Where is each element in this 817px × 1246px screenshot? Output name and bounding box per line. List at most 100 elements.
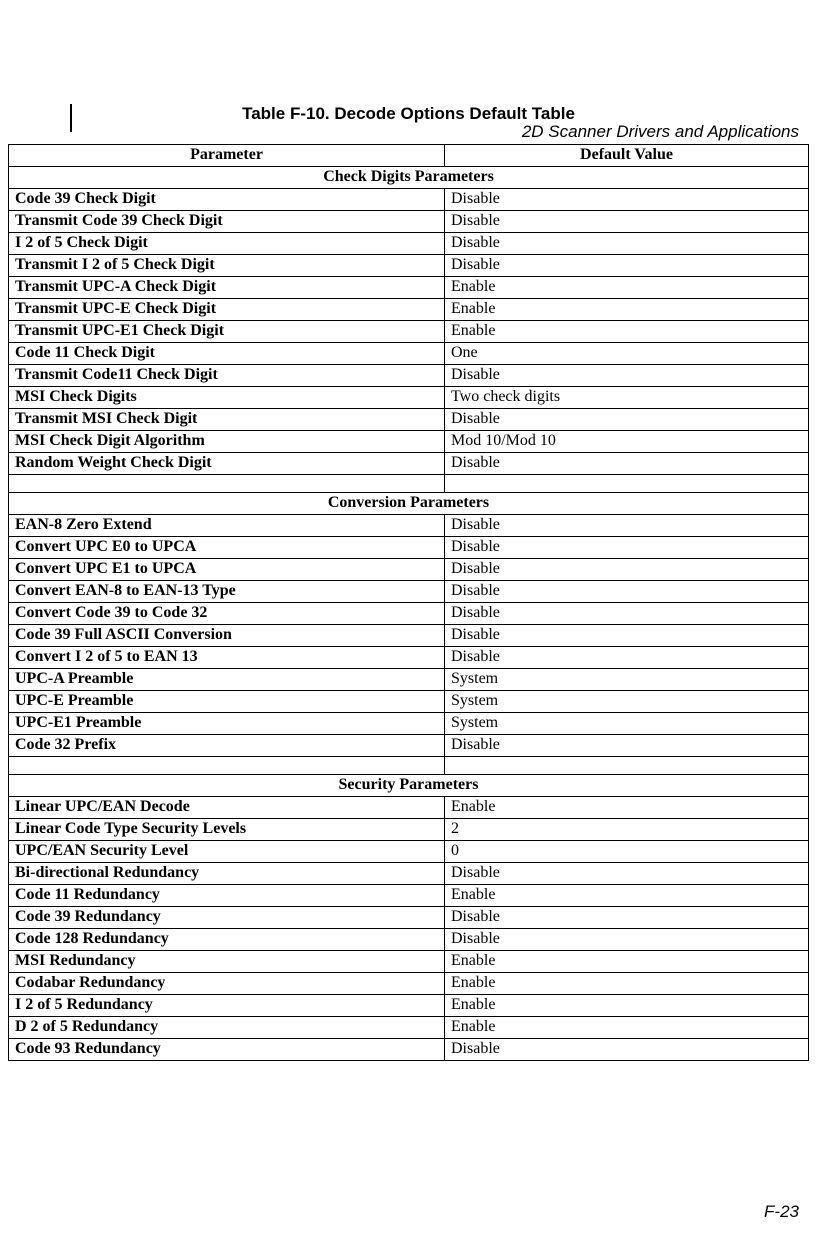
crop-mark bbox=[70, 104, 72, 132]
table-row: Transmit Code 39 Check DigitDisable bbox=[9, 211, 809, 233]
value-cell: Disable bbox=[445, 233, 809, 255]
section-header: Security Parameters bbox=[9, 775, 809, 797]
value-cell: Enable bbox=[445, 995, 809, 1017]
parameter-cell: Code 11 Redundancy bbox=[9, 885, 445, 907]
parameter-cell: UPC/EAN Security Level bbox=[9, 841, 445, 863]
table-row: UPC-A PreambleSystem bbox=[9, 669, 809, 691]
section-title: Conversion Parameters bbox=[9, 493, 809, 515]
value-cell: 2 bbox=[445, 819, 809, 841]
table-title: Table F-10. Decode Options Default Table bbox=[0, 104, 817, 124]
parameter-cell: Convert UPC E1 to UPCA bbox=[9, 559, 445, 581]
parameter-cell: Codabar Redundancy bbox=[9, 973, 445, 995]
parameter-cell: Code 128 Redundancy bbox=[9, 929, 445, 951]
spacer-cell bbox=[445, 757, 809, 775]
parameter-cell: Random Weight Check Digit bbox=[9, 453, 445, 475]
value-cell: Disable bbox=[445, 409, 809, 431]
parameter-cell: MSI Redundancy bbox=[9, 951, 445, 973]
table-row: MSI RedundancyEnable bbox=[9, 951, 809, 973]
spacer-row bbox=[9, 757, 809, 775]
parameter-cell: EAN-8 Zero Extend bbox=[9, 515, 445, 537]
value-cell: Disable bbox=[445, 735, 809, 757]
table-row: Code 39 RedundancyDisable bbox=[9, 907, 809, 929]
value-cell: Disable bbox=[445, 515, 809, 537]
parameter-cell: UPC-E1 Preamble bbox=[9, 713, 445, 735]
value-cell: Disable bbox=[445, 581, 809, 603]
table-row: Bi-directional RedundancyDisable bbox=[9, 863, 809, 885]
parameter-cell: Bi-directional Redundancy bbox=[9, 863, 445, 885]
value-cell: Disable bbox=[445, 453, 809, 475]
parameter-cell: UPC-E Preamble bbox=[9, 691, 445, 713]
table-row: Linear Code Type Security Levels2 bbox=[9, 819, 809, 841]
table-row: I 2 of 5 Check DigitDisable bbox=[9, 233, 809, 255]
value-cell: Disable bbox=[445, 537, 809, 559]
table-row: Convert I 2 of 5 to EAN 13Disable bbox=[9, 647, 809, 669]
value-cell: Disable bbox=[445, 603, 809, 625]
table-row: MSI Check Digit AlgorithmMod 10/Mod 10 bbox=[9, 431, 809, 453]
parameter-cell: I 2 of 5 Redundancy bbox=[9, 995, 445, 1017]
value-cell: Enable bbox=[445, 951, 809, 973]
table-row: Convert UPC E0 to UPCADisable bbox=[9, 537, 809, 559]
parameter-cell: MSI Check Digits bbox=[9, 387, 445, 409]
parameter-cell: Convert EAN-8 to EAN-13 Type bbox=[9, 581, 445, 603]
value-cell: System bbox=[445, 713, 809, 735]
value-cell: Disable bbox=[445, 255, 809, 277]
table-row: UPC-E1 PreambleSystem bbox=[9, 713, 809, 735]
table-row: UPC-E PreambleSystem bbox=[9, 691, 809, 713]
table-row: I 2 of 5 RedundancyEnable bbox=[9, 995, 809, 1017]
table-row: Random Weight Check DigitDisable bbox=[9, 453, 809, 475]
table-row: Code 11 RedundancyEnable bbox=[9, 885, 809, 907]
table-row: Code 39 Check DigitDisable bbox=[9, 189, 809, 211]
parameter-cell: Linear Code Type Security Levels bbox=[9, 819, 445, 841]
table-row: Code 11 Check DigitOne bbox=[9, 343, 809, 365]
table-row: Code 128 RedundancyDisable bbox=[9, 929, 809, 951]
table-row: Transmit MSI Check DigitDisable bbox=[9, 409, 809, 431]
spacer-cell bbox=[9, 475, 445, 493]
spacer-cell bbox=[9, 757, 445, 775]
parameter-cell: Linear UPC/EAN Decode bbox=[9, 797, 445, 819]
parameter-cell: Code 39 Full ASCII Conversion bbox=[9, 625, 445, 647]
table-row: Code 39 Full ASCII ConversionDisable bbox=[9, 625, 809, 647]
value-cell: Disable bbox=[445, 365, 809, 387]
value-cell: Enable bbox=[445, 321, 809, 343]
parameter-cell: Transmit MSI Check Digit bbox=[9, 409, 445, 431]
decode-options-table: Parameter Default Value Check Digits Par… bbox=[8, 144, 809, 1061]
table-row: Convert EAN-8 to EAN-13 TypeDisable bbox=[9, 581, 809, 603]
table-row: Codabar RedundancyEnable bbox=[9, 973, 809, 995]
value-cell: Enable bbox=[445, 797, 809, 819]
table-row: Convert Code 39 to Code 32Disable bbox=[9, 603, 809, 625]
table-row: UPC/EAN Security Level0 bbox=[9, 841, 809, 863]
parameter-cell: Transmit Code 39 Check Digit bbox=[9, 211, 445, 233]
value-cell: Disable bbox=[445, 929, 809, 951]
parameter-cell: Code 39 Redundancy bbox=[9, 907, 445, 929]
table-row: Transmit Code11 Check DigitDisable bbox=[9, 365, 809, 387]
col-header-default-value: Default Value bbox=[445, 145, 809, 167]
page-header: 2D Scanner Drivers and Applications bbox=[522, 122, 799, 142]
value-cell: Enable bbox=[445, 885, 809, 907]
table-row: Convert UPC E1 to UPCADisable bbox=[9, 559, 809, 581]
value-cell: Disable bbox=[445, 189, 809, 211]
parameter-cell: Convert Code 39 to Code 32 bbox=[9, 603, 445, 625]
table-row: MSI Check DigitsTwo check digits bbox=[9, 387, 809, 409]
table-row: Code 32 PrefixDisable bbox=[9, 735, 809, 757]
value-cell: Mod 10/Mod 10 bbox=[445, 431, 809, 453]
parameter-cell: MSI Check Digit Algorithm bbox=[9, 431, 445, 453]
parameter-cell: Convert UPC E0 to UPCA bbox=[9, 537, 445, 559]
table-row: Transmit UPC-E Check DigitEnable bbox=[9, 299, 809, 321]
table-row: Code 93 RedundancyDisable bbox=[9, 1039, 809, 1061]
spacer-row bbox=[9, 475, 809, 493]
table-row: D 2 of 5 RedundancyEnable bbox=[9, 1017, 809, 1039]
parameter-cell: I 2 of 5 Check Digit bbox=[9, 233, 445, 255]
value-cell: 0 bbox=[445, 841, 809, 863]
parameter-cell: Transmit UPC-E Check Digit bbox=[9, 299, 445, 321]
parameter-cell: Code 39 Check Digit bbox=[9, 189, 445, 211]
value-cell: Enable bbox=[445, 299, 809, 321]
table-row: Transmit UPC-E1 Check DigitEnable bbox=[9, 321, 809, 343]
parameter-cell: Convert I 2 of 5 to EAN 13 bbox=[9, 647, 445, 669]
parameter-cell: D 2 of 5 Redundancy bbox=[9, 1017, 445, 1039]
parameter-cell: Transmit UPC-A Check Digit bbox=[9, 277, 445, 299]
parameter-cell: Code 11 Check Digit bbox=[9, 343, 445, 365]
value-cell: Enable bbox=[445, 1017, 809, 1039]
section-header: Check Digits Parameters bbox=[9, 167, 809, 189]
col-header-parameter: Parameter bbox=[9, 145, 445, 167]
value-cell: Enable bbox=[445, 277, 809, 299]
